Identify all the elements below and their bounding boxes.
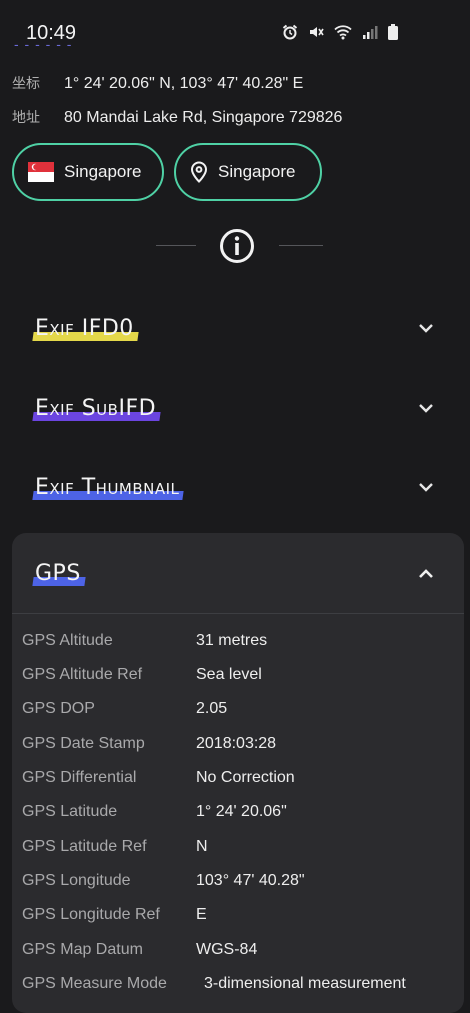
- gps-key: GPS Date Stamp: [22, 735, 145, 752]
- gps-row: GPS Differential No Correction: [22, 769, 452, 793]
- divider-right: [279, 245, 323, 246]
- alarm-icon: [282, 24, 298, 40]
- gps-key: GPS Altitude Ref: [22, 666, 143, 683]
- mute-icon: [310, 27, 324, 37]
- gps-title-text: GPS: [35, 561, 81, 586]
- gps-value: 1° 24' 20.06": [196, 803, 287, 820]
- wifi-icon: [334, 25, 352, 40]
- section-title-text: Exif SubIFD: [35, 396, 157, 421]
- address-value: 80 Mandai Lake Rd, Singapore 729826: [64, 109, 343, 126]
- gps-key: GPS Latitude: [22, 803, 118, 820]
- place-chip[interactable]: Singapore: [174, 143, 322, 201]
- gps-value: Sea level: [196, 666, 262, 683]
- gps-panel: GPS GPS Altitude 31 metres GPS Altitude …: [12, 533, 464, 1013]
- section-exif-subifd[interactable]: Exif SubIFD: [12, 380, 464, 440]
- location-pin-icon: [190, 161, 208, 183]
- address-row: 地址 80 Mandai Lake Rd, Singapore 729826: [12, 108, 342, 128]
- country-chip-label: Singapore: [64, 162, 142, 181]
- gps-value: N: [196, 838, 208, 855]
- status-time: 10:49: [26, 22, 77, 44]
- signal-icon: [363, 26, 378, 39]
- coordinates-value: 1° 24' 20.06" N, 103° 47' 40.28" E: [64, 75, 304, 92]
- gps-key: GPS Measure Mode: [22, 975, 167, 992]
- coordinates-label: 坐标: [12, 76, 40, 92]
- section-title: Exif IFD0: [34, 316, 135, 342]
- status-icons: [282, 24, 398, 40]
- chevron-down-icon[interactable]: [416, 318, 436, 338]
- gps-value: WGS-84: [196, 941, 258, 958]
- divider-left: [156, 245, 196, 246]
- place-chip-label: Singapore: [218, 162, 296, 181]
- address-label: 地址: [12, 110, 40, 126]
- gps-row: GPS Measure Mode 3-dimensional measureme…: [22, 975, 452, 999]
- gps-value: 2018:03:28: [196, 735, 277, 752]
- section-exif-thumbnail[interactable]: Exif Thumbnail: [12, 459, 464, 519]
- gps-value: 103° 47' 40.28": [196, 872, 305, 889]
- gps-row: GPS Map Datum WGS-84: [22, 941, 452, 965]
- chevron-down-icon[interactable]: [416, 477, 436, 497]
- gps-key: GPS Map Datum: [22, 941, 143, 958]
- chevron-up-icon[interactable]: [416, 564, 436, 584]
- gps-key: GPS DOP: [22, 700, 95, 717]
- gps-row: GPS Longitude Ref E: [22, 906, 452, 930]
- gps-value: No Correction: [196, 769, 295, 786]
- gps-row: GPS DOP 2.05: [22, 700, 452, 724]
- scrolled-content-edge: - - - - - -: [14, 44, 73, 52]
- gps-key: GPS Longitude: [22, 872, 131, 889]
- battery-icon: [388, 24, 398, 40]
- gps-row: GPS Latitude Ref N: [22, 838, 452, 862]
- coordinates-row: 坐标 1° 24' 20.06" N, 103° 47' 40.28" E: [12, 74, 303, 94]
- gps-row: GPS Altitude 31 metres: [22, 632, 452, 656]
- gps-value: 2.05: [196, 700, 228, 717]
- section-title-text: Exif Thumbnail: [35, 475, 180, 500]
- gps-title[interactable]: GPS: [34, 561, 82, 587]
- gps-row: GPS Longitude 103° 47' 40.28": [22, 872, 452, 896]
- gps-value: 3-dimensional measurement: [204, 975, 406, 992]
- gps-value: 31 metres: [196, 632, 268, 649]
- section-title: Exif SubIFD: [34, 396, 157, 422]
- info-icon[interactable]: [219, 228, 255, 264]
- gps-row: GPS Latitude 1° 24' 20.06": [22, 803, 452, 827]
- gps-row: GPS Altitude Ref Sea level: [22, 666, 452, 690]
- chevron-down-icon[interactable]: [416, 398, 436, 418]
- flag-icon: [28, 162, 54, 182]
- gps-key: GPS Latitude Ref: [22, 838, 147, 855]
- section-title-text: Exif IFD0: [35, 316, 134, 341]
- section-title: Exif Thumbnail: [34, 475, 180, 501]
- country-chip[interactable]: Singapore: [12, 143, 164, 201]
- gps-key: GPS Differential: [22, 769, 137, 786]
- section-exif-ifd0[interactable]: Exif IFD0: [12, 300, 464, 360]
- gps-value: E: [196, 906, 207, 923]
- gps-header-divider: [12, 613, 464, 614]
- gps-key: GPS Longitude Ref: [22, 906, 160, 923]
- gps-row: GPS Date Stamp 2018:03:28: [22, 735, 452, 759]
- gps-key: GPS Altitude: [22, 632, 113, 649]
